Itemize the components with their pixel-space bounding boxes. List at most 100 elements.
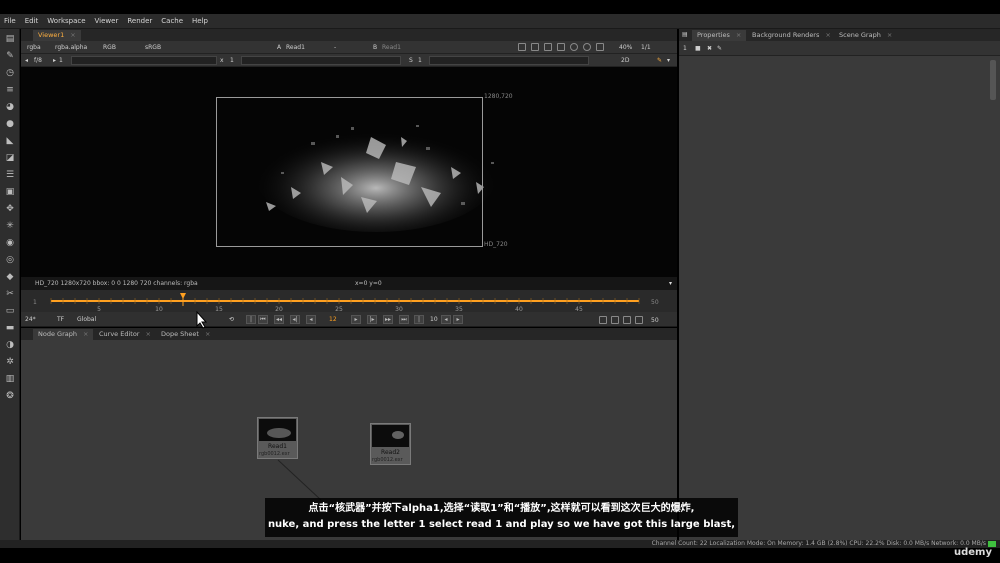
picker-icon[interactable]: ✎ bbox=[657, 56, 662, 65]
downscale-icon[interactable] bbox=[544, 43, 552, 51]
gamma-slider[interactable] bbox=[241, 56, 401, 65]
increment-field[interactable]: 10 bbox=[430, 315, 438, 324]
close-icon[interactable]: × bbox=[887, 31, 892, 39]
tools-icon[interactable]: ✂ bbox=[4, 288, 16, 300]
clear-panels-icon[interactable]: ■ bbox=[695, 44, 701, 53]
settings-icon[interactable]: ▾ bbox=[667, 56, 670, 65]
input-a-dropdown[interactable]: Read1 bbox=[286, 43, 305, 52]
step-back-button[interactable]: ◂| bbox=[290, 315, 300, 324]
cube-icon[interactable]: ▣ bbox=[4, 186, 16, 198]
tf-dropdown[interactable]: TF bbox=[57, 315, 64, 324]
particle-icon[interactable]: ✳ bbox=[4, 220, 16, 232]
menu-viewer[interactable]: Viewer bbox=[95, 17, 119, 25]
export-icon[interactable] bbox=[635, 316, 643, 324]
first-frame-button[interactable]: ⏮ bbox=[258, 315, 268, 324]
tab-curve-editor[interactable]: Curve Editor × bbox=[94, 329, 156, 340]
panel-menu-icon[interactable]: ▤ bbox=[682, 30, 688, 39]
fps-dropdown[interactable]: 24* bbox=[25, 315, 36, 324]
menu-file[interactable]: File bbox=[4, 17, 16, 25]
tab-dope-sheet[interactable]: Dope Sheet × bbox=[156, 329, 215, 340]
nuke-icon[interactable]: ❂ bbox=[4, 390, 16, 402]
edit-icon[interactable]: ✎ bbox=[717, 44, 722, 53]
current-frame-field[interactable]: 12 bbox=[329, 315, 337, 324]
menu-help[interactable]: Help bbox=[192, 17, 208, 25]
pause-icon[interactable] bbox=[583, 43, 591, 51]
range-dropdown[interactable]: Global bbox=[77, 315, 96, 324]
gain-slider[interactable] bbox=[71, 56, 217, 65]
set-in-button[interactable]: | bbox=[246, 315, 256, 324]
menu-workspace[interactable]: Workspace bbox=[47, 17, 85, 25]
plugin-icon[interactable]: ▥ bbox=[4, 373, 16, 385]
info-dropdown-icon[interactable]: ▾ bbox=[669, 279, 672, 288]
gamma-value[interactable]: 1 bbox=[230, 56, 234, 65]
tab-scene-graph[interactable]: Scene Graph × bbox=[834, 30, 897, 41]
node-read2[interactable]: Read2 rgb0012.exr bbox=[370, 423, 411, 465]
lock-icon[interactable] bbox=[570, 43, 578, 51]
prev-key-button[interactable]: ◂◂ bbox=[274, 315, 284, 324]
next-key-button[interactable]: ▸▸ bbox=[383, 315, 393, 324]
node-read1[interactable]: Read1 rgb0012.exr bbox=[257, 417, 298, 459]
flipbook-icon[interactable] bbox=[599, 316, 607, 324]
input-b-dropdown[interactable]: Read1 bbox=[382, 43, 401, 52]
close-icon[interactable]: × bbox=[825, 31, 830, 39]
timeline[interactable]: 1 5 10 15 20 25 30 35 40 45 50 bbox=[21, 290, 677, 312]
tab-properties[interactable]: Properties × bbox=[692, 30, 747, 41]
close-icon[interactable]: × bbox=[70, 31, 75, 39]
color-icon[interactable]: ◕ bbox=[4, 101, 16, 113]
step-forward-button[interactable]: |▸ bbox=[367, 315, 377, 324]
ocula-icon[interactable]: ◑ bbox=[4, 339, 16, 351]
last-frame-button[interactable]: ⏭ bbox=[399, 315, 409, 324]
fstop-value[interactable]: f/8 bbox=[34, 56, 42, 65]
play-step-value[interactable]: 1 bbox=[59, 56, 63, 65]
alpha-dropdown[interactable]: rgba.alpha bbox=[55, 43, 87, 52]
ratio-dropdown[interactable]: 1/1 bbox=[641, 43, 651, 52]
play-step-icon[interactable]: ▸ bbox=[53, 56, 56, 65]
channel-icon[interactable]: ≡ bbox=[4, 84, 16, 96]
properties-scrollbar[interactable] bbox=[990, 60, 996, 100]
proxy-icon[interactable] bbox=[531, 43, 539, 51]
merge-icon[interactable]: ◪ bbox=[4, 152, 16, 164]
play-backward-button[interactable]: ◂ bbox=[306, 315, 316, 324]
metadata-icon[interactable]: ◆ bbox=[4, 271, 16, 283]
roi-icon[interactable] bbox=[518, 43, 526, 51]
skip-forward-button[interactable]: ▸ bbox=[453, 315, 463, 324]
play-forward-button[interactable]: ▸ bbox=[351, 315, 361, 324]
stack-icon[interactable]: ☰ bbox=[4, 169, 16, 181]
tab-background-renders[interactable]: Background Renders × bbox=[747, 30, 836, 41]
set-out-button[interactable]: | bbox=[414, 315, 424, 324]
zoom-dropdown[interactable]: 40% bbox=[619, 43, 632, 52]
filter-icon[interactable]: ● bbox=[4, 118, 16, 130]
end-frame-field[interactable]: 50 bbox=[651, 316, 659, 325]
tab-viewer1[interactable]: Viewer1 × bbox=[33, 30, 81, 41]
layout-icon[interactable]: ▤ bbox=[4, 33, 16, 45]
timeline-ruler[interactable]: 5 10 15 20 25 30 35 40 45 bbox=[21, 290, 677, 312]
fstop-icon[interactable]: ◂ bbox=[25, 56, 28, 65]
channels-dropdown[interactable]: rgba bbox=[27, 43, 41, 52]
refresh-icon[interactable] bbox=[596, 43, 604, 51]
saturation-slider[interactable] bbox=[429, 56, 589, 65]
deep-icon[interactable]: ◉ bbox=[4, 237, 16, 249]
render-icon[interactable] bbox=[611, 316, 619, 324]
transform-icon[interactable]: ✥ bbox=[4, 203, 16, 215]
compare-dropdown[interactable]: - bbox=[334, 43, 336, 52]
close-icon[interactable]: × bbox=[83, 330, 88, 338]
furnace-icon[interactable]: ▬ bbox=[4, 322, 16, 334]
skip-back-button[interactable]: ◂ bbox=[441, 315, 451, 324]
close-icon[interactable]: × bbox=[736, 31, 741, 39]
saturation-value[interactable]: 1 bbox=[418, 56, 422, 65]
other-icon[interactable]: ▭ bbox=[4, 305, 16, 317]
close-icon[interactable]: × bbox=[145, 330, 150, 338]
cara-icon[interactable]: ✲ bbox=[4, 356, 16, 368]
tab-node-graph[interactable]: Node Graph × bbox=[33, 329, 94, 340]
pen-icon[interactable]: ✎ bbox=[4, 50, 16, 62]
loop-icon[interactable]: ⟲ bbox=[229, 315, 234, 324]
lock-range-icon[interactable] bbox=[623, 316, 631, 324]
clip-icon[interactable] bbox=[557, 43, 565, 51]
clock-icon[interactable]: ◷ bbox=[4, 67, 16, 79]
lut-dropdown[interactable]: sRGB bbox=[145, 43, 161, 52]
max-panels-icon[interactable]: 1 bbox=[683, 44, 687, 53]
display-channel-dropdown[interactable]: RGB bbox=[103, 43, 116, 52]
view-mode-dropdown[interactable]: 2D bbox=[621, 56, 629, 65]
close-icon[interactable]: × bbox=[205, 330, 210, 338]
float-icon[interactable]: ✖ bbox=[707, 44, 712, 53]
